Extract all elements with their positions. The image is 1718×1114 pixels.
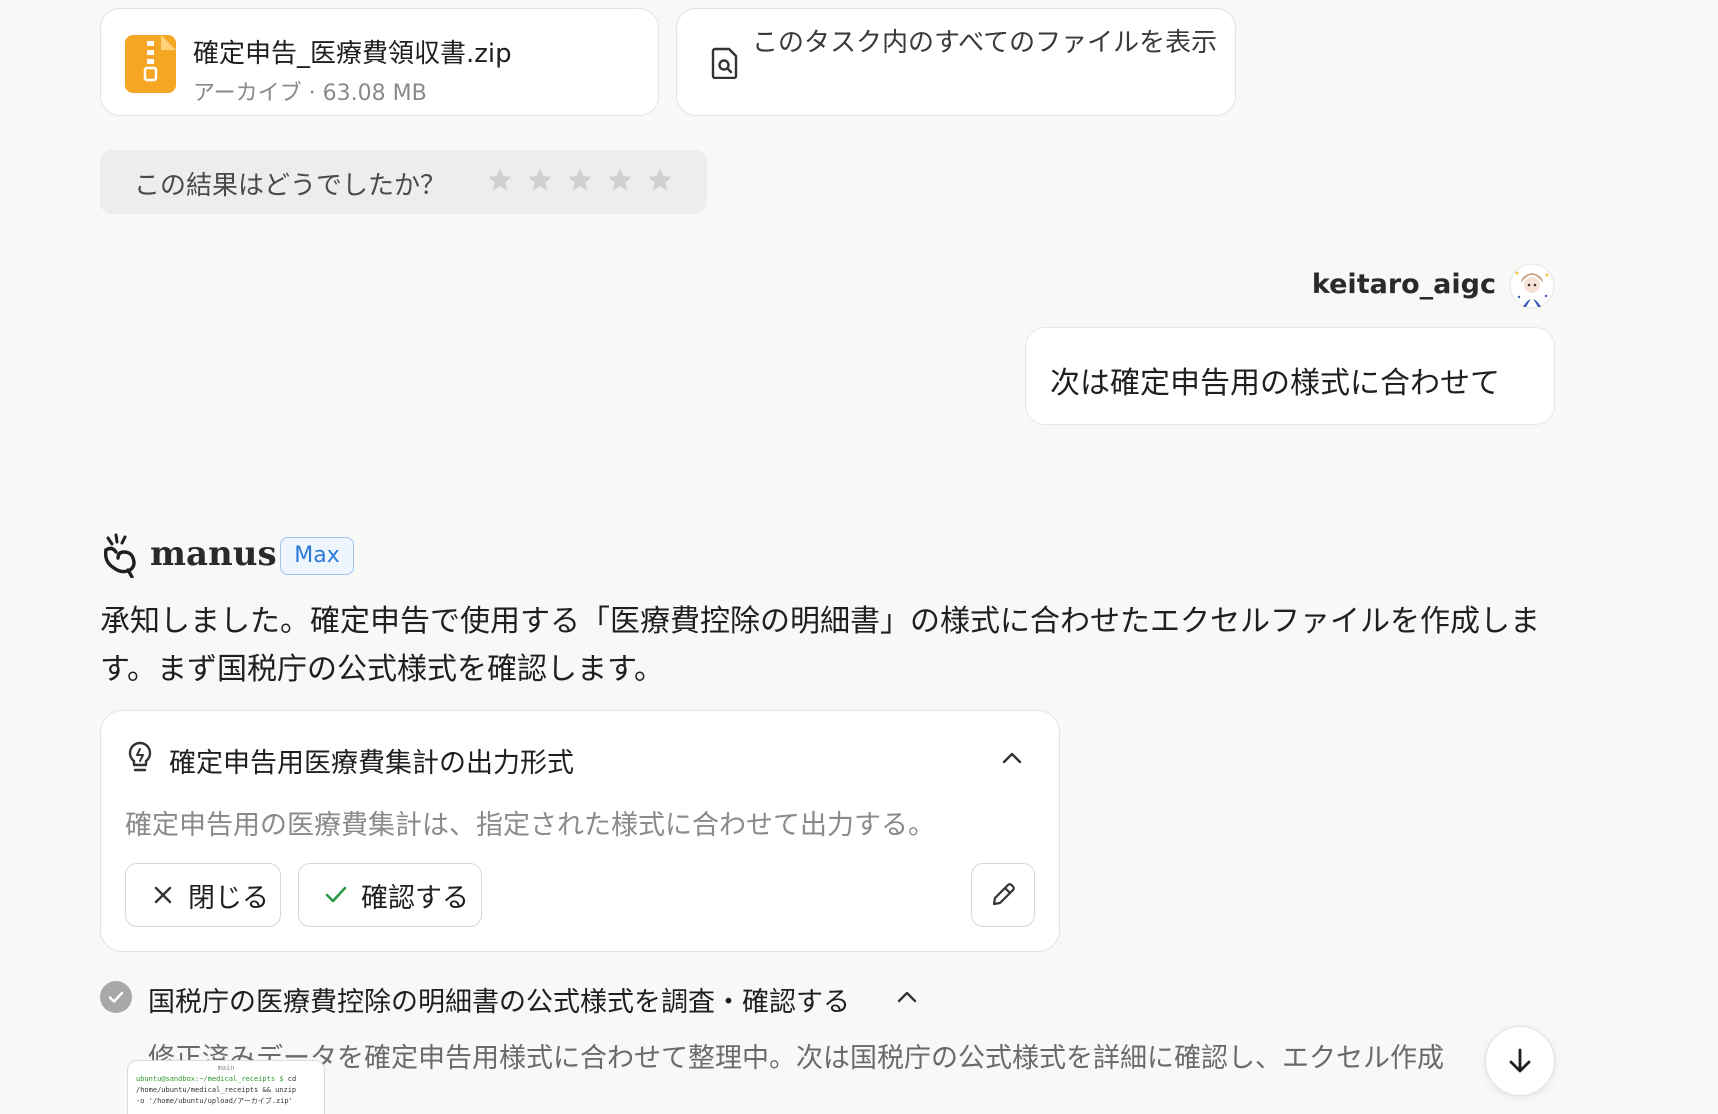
terminal-line-1: ubuntu@sandbox:~/medical_receipts $ cd: [128, 1074, 324, 1085]
close-button-label: 閉じる: [188, 882, 269, 914]
edit-button[interactable]: [971, 863, 1035, 927]
star-icon-5[interactable]: [646, 166, 674, 194]
close-icon: [154, 886, 172, 904]
terminal-prompt: ubuntu@sandbox:~/medical_receipts $: [136, 1075, 284, 1083]
chat-page: 確定申告_医療費領収書.zip アーカイブ · 63.08 MB このタスク内の…: [0, 0, 1718, 1114]
user-message-text: 次は確定申告用の様式に合わせて: [1050, 366, 1500, 401]
assistant-message-text: 承知しました。確定申告で使用する「医療費控除の明細書」の様式に合わせたエクセルフ…: [100, 604, 1540, 687]
assistant-name: manus: [150, 534, 277, 574]
lightbulb-icon: [128, 741, 152, 772]
star-icon-4[interactable]: [606, 166, 634, 194]
suggestion-body: 確定申告用の医療費集計は、指定された様式に合わせて出力する。: [125, 810, 935, 841]
zip-file-icon: [125, 35, 176, 93]
terminal-tab: main: [217, 1064, 235, 1072]
star-icon-2[interactable]: [526, 166, 554, 194]
suggestion-card: 確定申告用医療費集計の出力形式 確定申告用の医療費集計は、指定された様式に合わせ…: [100, 710, 1060, 952]
user-message-bubble: 次は確定申告用の様式に合わせて: [1025, 327, 1555, 425]
file-name: 確定申告_医療費領収書.zip: [193, 39, 512, 69]
step-title: 国税庁の医療費控除の明細書の公式様式を調査・確認する: [148, 987, 850, 1018]
step-done-icon: [100, 981, 132, 1013]
confirm-button-label: 確認する: [361, 882, 469, 914]
rating-stars: [486, 166, 674, 194]
file-search-icon: [711, 47, 738, 79]
star-icon-3[interactable]: [566, 166, 594, 194]
terminal-line-3: -o '/home/ubuntu/upload/アーカイブ.zip': [136, 1097, 293, 1105]
rating-label: この結果はどうでしたか？: [134, 171, 447, 201]
suggestion-title: 確定申告用医療費集計の出力形式: [169, 748, 574, 779]
view-all-files-label: このタスク内のすべてのファイルを表示: [752, 28, 1218, 58]
step-chevron-up-icon[interactable]: [894, 984, 920, 1010]
scroll-down-button[interactable]: [1485, 1026, 1555, 1096]
close-button[interactable]: 閉じる: [125, 863, 281, 927]
avatar-illustration-icon: [1509, 263, 1555, 309]
step-description: 修正済みデータを確定申告用様式に合わせて整理中。次は国税庁の公式様式を詳細に確認…: [148, 1043, 1444, 1074]
rating-bar: この結果はどうでしたか？: [100, 150, 707, 214]
arrow-down-icon: [1509, 1048, 1531, 1073]
plan-badge: Max: [280, 537, 354, 575]
file-card-zip[interactable]: 確定申告_医療費領収書.zip アーカイブ · 63.08 MB: [100, 8, 659, 116]
file-meta: アーカイブ · 63.08 MB: [193, 81, 427, 106]
view-all-files-card[interactable]: このタスク内のすべてのファイルを表示: [676, 8, 1236, 116]
manus-logo-icon: [103, 533, 136, 578]
pencil-icon: [992, 883, 1015, 906]
terminal-cmd: cd: [283, 1075, 297, 1083]
confirm-button[interactable]: 確認する: [298, 863, 482, 927]
user-name: keitaro_aigc: [1311, 269, 1496, 300]
chevron-up-icon[interactable]: [999, 745, 1025, 771]
user-avatar[interactable]: [1509, 263, 1555, 309]
terminal-thumbnail[interactable]: main ubuntu@sandbox:~/medical_receipts $…: [127, 1060, 325, 1114]
check-icon: [325, 886, 347, 903]
star-icon-1[interactable]: [486, 166, 514, 194]
terminal-line-2: /home/ubuntu/medical_receipts && unzip: [136, 1086, 297, 1094]
